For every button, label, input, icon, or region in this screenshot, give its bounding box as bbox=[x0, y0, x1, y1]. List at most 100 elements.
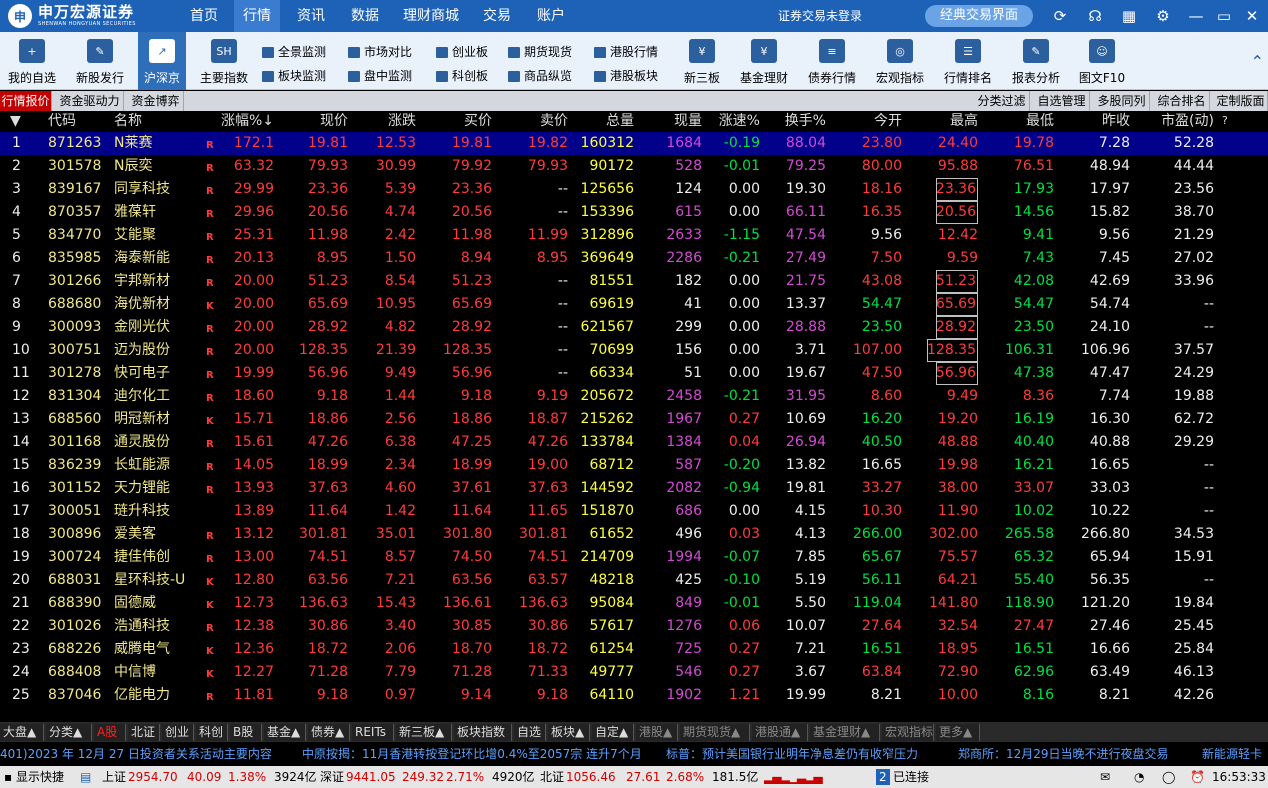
news-item[interactable]: 郑商所：12月29日当晚不进行夜盘交易 bbox=[958, 743, 1169, 765]
gear-icon[interactable]: ⚙ bbox=[1153, 6, 1173, 26]
category-tab[interactable]: 宏观指标 bbox=[882, 724, 934, 741]
tab-fund-flow[interactable]: 资金驱动力 bbox=[56, 91, 124, 111]
table-row[interactable]: 15 836239 长虹能源 14.05 18.99 2.34 18.99 19.00 6871… bbox=[0, 454, 1268, 477]
sh-sz-bj-button[interactable]: ↗ 沪深京 bbox=[138, 32, 186, 90]
futures-spot-button[interactable]: 期货现货 bbox=[508, 42, 572, 62]
table-row[interactable]: 16 301152 天力锂能 13.93 37.63 4.60 37.61 37.63 1445… bbox=[0, 477, 1268, 500]
panorama-monitor-button[interactable]: 全景监测 bbox=[262, 42, 326, 62]
ear-icon[interactable]: ◔ bbox=[1134, 766, 1144, 788]
news-item[interactable]: 401)2023 年 12月 27 日投资者关系活动主要内容 bbox=[0, 743, 272, 765]
menu-quotes[interactable]: 行情 bbox=[234, 0, 280, 32]
menu-data[interactable]: 数据 bbox=[344, 0, 386, 32]
category-tab[interactable]: 自选 bbox=[514, 724, 546, 741]
category-tab[interactable]: 北证 bbox=[128, 724, 160, 741]
menu-trade[interactable]: 交易 bbox=[476, 0, 518, 32]
refresh-icon[interactable]: ⟳ bbox=[1050, 6, 1070, 26]
category-tab[interactable]: B股 bbox=[230, 724, 262, 741]
table-row[interactable]: 13 688560 明冠新材 15.71 18.86 2.56 18.86 18.87 2152… bbox=[0, 408, 1268, 431]
table-row[interactable]: 1 871263 N莱赛 172.1 19.81 12.53 19.81 19.82 16031… bbox=[0, 132, 1268, 155]
neeq-button[interactable]: ¥ 新三板 bbox=[678, 32, 726, 90]
category-tab[interactable]: 新三板▲ bbox=[396, 724, 452, 741]
table-row[interactable]: 7 301266 宇邦新材 20.00 51.23 8.54 51.23 -- 81551 182… bbox=[0, 270, 1268, 293]
col-turnover[interactable]: 换手% bbox=[785, 111, 826, 131]
minimize-icon[interactable]: — bbox=[1186, 6, 1206, 26]
tab-custom-layout[interactable]: 定制版面 bbox=[1214, 91, 1268, 111]
news-item[interactable]: 新能源轻卡 bbox=[1202, 743, 1262, 765]
message-icon[interactable]: ✉ bbox=[1100, 766, 1110, 788]
table-row[interactable]: 18 300896 爱美客 13.12 301.81 35.01 301.80 301.81 6… bbox=[0, 523, 1268, 546]
connection-status[interactable]: 已连接 bbox=[893, 766, 929, 788]
commodity-overview-button[interactable]: 商品纵览 bbox=[508, 66, 572, 86]
tab-fund-game[interactable]: 资金博弈 bbox=[128, 91, 184, 111]
table-row[interactable]: 8 688680 海优新材 20.00 65.69 10.95 65.69 -- 69619 41… bbox=[0, 293, 1268, 316]
table-row[interactable]: 11 301278 快可电子 19.99 56.96 9.49 56.96 -- 66334 51… bbox=[0, 362, 1268, 385]
ring-icon[interactable]: ◯ bbox=[1162, 766, 1175, 788]
trade-login-status[interactable]: 证券交易未登录 bbox=[778, 0, 862, 32]
quote-ranking-button[interactable]: ☰ 行情排名 bbox=[940, 32, 996, 90]
tab-multi-stock[interactable]: 多股同列 bbox=[1094, 91, 1150, 111]
category-tab[interactable]: 更多▲ bbox=[936, 724, 980, 741]
col-name[interactable]: 名称 bbox=[114, 111, 142, 131]
col-bid[interactable]: 买价 bbox=[464, 111, 492, 131]
category-tab[interactable]: 港股▲ bbox=[636, 724, 678, 741]
hk-quotes-button[interactable]: 港股行情 bbox=[594, 42, 658, 62]
tab-composite-rank[interactable]: 综合排名 bbox=[1154, 91, 1210, 111]
category-tab[interactable]: A股 bbox=[94, 724, 126, 741]
table-row[interactable]: 20 688031 星环科技-U 12.80 63.56 7.21 63.56 63.57 48… bbox=[0, 569, 1268, 592]
category-tab[interactable]: 创业 bbox=[162, 724, 194, 741]
col-high[interactable]: 最高 bbox=[950, 111, 978, 131]
col-prev-close[interactable]: 昨收 bbox=[1102, 111, 1130, 131]
grid-icon[interactable]: ▦ bbox=[1119, 6, 1139, 26]
category-tab[interactable]: 债券▲ bbox=[308, 724, 350, 741]
table-row[interactable]: 24 688408 中信博 12.27 71.28 7.79 71.28 71.33 49777… bbox=[0, 661, 1268, 684]
table-row[interactable]: 23 688226 威腾电气 12.36 18.72 2.06 18.70 18.72 6125… bbox=[0, 638, 1268, 661]
category-tab[interactable]: 大盘▲ bbox=[0, 724, 44, 741]
intraday-monitor-button[interactable]: 盘中监测 bbox=[348, 66, 412, 86]
category-tab[interactable]: 科创 bbox=[196, 724, 228, 741]
menu-home[interactable]: 首页 bbox=[183, 0, 225, 32]
col-change-pct[interactable]: 涨幅%↓ bbox=[221, 111, 274, 131]
sector-monitor-button[interactable]: 板块监测 bbox=[262, 66, 326, 86]
bj-index-label[interactable]: 北证 bbox=[540, 766, 564, 788]
f10-button[interactable]: ☺ 图文F10 bbox=[1076, 32, 1128, 90]
macro-indicators-button[interactable]: ◎ 宏观指标 bbox=[872, 32, 928, 90]
col-change[interactable]: 涨跌 bbox=[388, 111, 416, 131]
category-tab[interactable]: 分类▲ bbox=[46, 724, 92, 741]
category-tab[interactable]: 板块▲ bbox=[548, 724, 590, 741]
table-row[interactable]: 4 870357 雅葆轩 29.96 20.56 4.74 20.56 -- 153396 615… bbox=[0, 201, 1268, 224]
collapse-toolbar-icon[interactable]: ⌃ bbox=[1251, 52, 1264, 71]
table-row[interactable]: 14 301168 通灵股份 15.61 47.26 6.38 47.25 47.26 1337… bbox=[0, 431, 1268, 454]
table-row[interactable]: 6 835985 海泰新能 20.13 8.95 1.50 8.94 8.95 369649 22… bbox=[0, 247, 1268, 270]
sz-index-label[interactable]: 深证 bbox=[320, 766, 344, 788]
tab-quote-list[interactable]: 行情报价 bbox=[0, 91, 52, 111]
col-low[interactable]: 最低 bbox=[1026, 111, 1054, 131]
col-price[interactable]: 现价 bbox=[320, 111, 348, 131]
table-row[interactable]: 19 300724 捷佳伟创 13.00 74.51 8.57 74.50 74.51 2147… bbox=[0, 546, 1268, 569]
table-row[interactable]: 3 839167 同享科技 29.99 23.36 5.39 23.36 -- 125656 12… bbox=[0, 178, 1268, 201]
tab-category-filter[interactable]: 分类过滤 bbox=[974, 91, 1030, 111]
category-tab[interactable]: 期货现货▲ bbox=[680, 724, 750, 741]
bond-quotes-button[interactable]: ≡ 债券行情 bbox=[804, 32, 860, 90]
category-tab[interactable]: 基金理财▲ bbox=[810, 724, 880, 741]
col-code[interactable]: 代码 bbox=[48, 111, 76, 131]
col-volume[interactable]: 总量 bbox=[606, 111, 634, 131]
alarm-icon[interactable]: ⏰ bbox=[1190, 766, 1205, 788]
col-ask[interactable]: 卖价 bbox=[540, 111, 568, 131]
chinext-button[interactable]: 创业板 bbox=[436, 42, 488, 62]
news-item[interactable]: 标普：预计美国银行业明年净息差仍有收窄压力 bbox=[666, 743, 918, 765]
major-index-button[interactable]: SH 主要指数 bbox=[196, 32, 252, 90]
table-row[interactable]: 22 301026 浩通科技 12.38 30.86 3.40 30.85 30.86 5761… bbox=[0, 615, 1268, 638]
headset-icon[interactable]: ☊ bbox=[1085, 6, 1105, 26]
table-row[interactable]: 17 300051 琏升科技 13.89 11.64 1.42 11.64 11.65 1518… bbox=[0, 500, 1268, 523]
table-row[interactable]: 25 837046 亿能电力 11.81 9.18 0.97 9.14 9.18 64110 19… bbox=[0, 684, 1268, 707]
col-open[interactable]: 今开 bbox=[874, 111, 902, 131]
star-market-button[interactable]: 科创板 bbox=[436, 66, 488, 86]
hk-sector-button[interactable]: 港股板块 bbox=[594, 66, 658, 86]
tab-watchlist-manage[interactable]: 自选管理 bbox=[1034, 91, 1090, 111]
close-icon[interactable]: ✕ bbox=[1242, 6, 1262, 26]
category-tab[interactable]: REITs bbox=[352, 724, 394, 741]
table-row[interactable]: 2 301578 N辰奕 63.32 79.93 30.99 79.92 79.93 90172… bbox=[0, 155, 1268, 178]
classic-trade-button[interactable]: 经典交易界面 bbox=[925, 5, 1033, 27]
help-icon[interactable]: ? bbox=[1222, 111, 1228, 131]
category-tab[interactable]: 基金▲ bbox=[264, 724, 306, 741]
